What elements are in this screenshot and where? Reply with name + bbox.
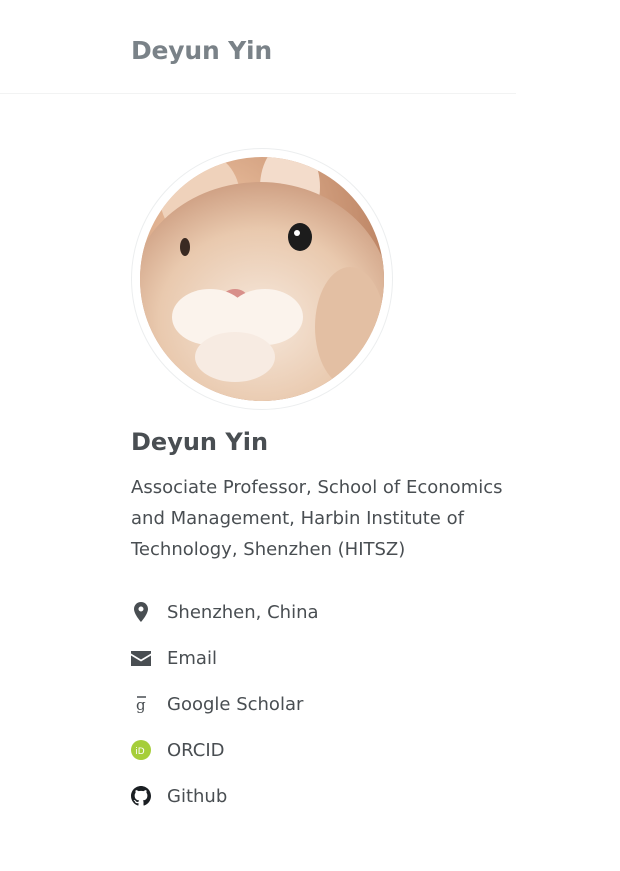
google-scholar-label: Google Scholar bbox=[167, 693, 304, 715]
email-link[interactable]: Email bbox=[131, 647, 217, 669]
link-github[interactable]: Github bbox=[131, 773, 511, 819]
github-link[interactable]: Github bbox=[131, 785, 227, 807]
author-sidebar: Deyun Yin Associate Professor, School of… bbox=[131, 148, 511, 819]
masthead: Deyun Yin bbox=[0, 0, 516, 94]
orcid-link[interactable]: iD ORCID bbox=[131, 739, 225, 761]
link-location: Shenzhen, China bbox=[131, 589, 511, 635]
orcid-label: ORCID bbox=[167, 739, 225, 761]
author-name: Deyun Yin bbox=[131, 428, 269, 456]
map-marker-icon bbox=[131, 601, 151, 623]
email-label: Email bbox=[167, 647, 217, 669]
location-label: Shenzhen, China bbox=[167, 601, 319, 623]
author-bio: Associate Professor, School of Economics… bbox=[131, 477, 503, 560]
envelope-icon bbox=[131, 647, 151, 669]
author-links: Shenzhen, China Email g Google Scholar i… bbox=[131, 589, 511, 819]
bunny-photo bbox=[140, 157, 384, 401]
link-google-scholar[interactable]: g Google Scholar bbox=[131, 681, 511, 727]
github-icon bbox=[131, 785, 151, 807]
author-avatar bbox=[131, 148, 393, 410]
github-label: Github bbox=[167, 785, 228, 807]
link-orcid[interactable]: iD ORCID bbox=[131, 727, 511, 773]
google-scholar-icon: g bbox=[131, 693, 151, 715]
svg-text:iD: iD bbox=[135, 747, 145, 757]
orcid-icon: iD bbox=[131, 739, 151, 761]
svg-text:g: g bbox=[136, 696, 146, 713]
avatar-photo bbox=[140, 157, 384, 401]
link-email[interactable]: Email bbox=[131, 635, 511, 681]
site-title-link[interactable]: Deyun Yin bbox=[131, 36, 272, 65]
google-scholar-link[interactable]: g Google Scholar bbox=[131, 693, 303, 715]
